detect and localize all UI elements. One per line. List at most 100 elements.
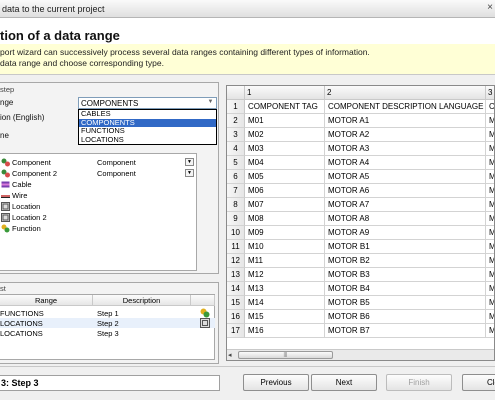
tree-item-component[interactable]: Component Component ▼ <box>0 157 197 168</box>
tree-item-cable[interactable]: Cable <box>0 179 197 190</box>
grid-cell[interactable]: MOTOR A2 <box>325 128 486 142</box>
scroll-left-icon[interactable]: ◂ <box>228 351 232 359</box>
grid-row-header[interactable]: 4 <box>227 142 245 156</box>
chevron-down-icon[interactable]: ▼ <box>206 99 215 107</box>
grid-cell[interactable]: MOTOR A1 <box>325 114 486 128</box>
grid-row-header[interactable]: 10 <box>227 226 245 240</box>
grid-cell[interactable]: M15 <box>245 310 325 324</box>
column-header-range[interactable]: Range <box>0 295 93 306</box>
table-row[interactable]: LOCATIONS Step 3 <box>0 328 215 338</box>
grid-cell[interactable]: M09 <box>245 226 325 240</box>
grid-cell[interactable]: M13 <box>245 282 325 296</box>
grid-column-header[interactable]: 3 <box>486 86 494 100</box>
grid-cell[interactable]: MOTOR A4 <box>325 156 486 170</box>
grid-cell[interactable]: MOTOR A8 <box>325 212 486 226</box>
grid-cell[interactable]: MOTOR A3 <box>325 142 486 156</box>
grid-cell[interactable]: MOTOR B3 <box>325 268 486 282</box>
close-button[interactable]: Clo <box>462 374 495 391</box>
grid-cell[interactable]: M08 <box>245 212 325 226</box>
grid-row-header[interactable]: 7 <box>227 184 245 198</box>
grid-cell[interactable]: M <box>486 142 494 156</box>
grid-cell[interactable]: M12 <box>245 268 325 282</box>
tree-item-wire[interactable]: Wire <box>0 190 197 201</box>
grid-cell[interactable]: M <box>486 198 494 212</box>
grid-corner[interactable] <box>227 86 245 100</box>
grid-cell[interactable]: CO <box>486 100 494 114</box>
chevron-down-icon[interactable]: ▼ <box>185 158 194 166</box>
grid-row-header[interactable]: 2 <box>227 114 245 128</box>
grid-cell[interactable]: COMPONENT DESCRIPTION LANGUAGE 1 <box>325 100 486 114</box>
column-header-description[interactable]: Description <box>93 295 191 306</box>
grid-cell[interactable]: M16 <box>245 324 325 338</box>
grid-cell[interactable]: MOTOR B2 <box>325 254 486 268</box>
grid-cell[interactable]: M <box>486 296 494 310</box>
grid-cell[interactable]: M03 <box>245 142 325 156</box>
next-button[interactable]: Next <box>311 374 377 391</box>
grid-cell[interactable]: M05 <box>245 170 325 184</box>
grid-cell[interactable]: M <box>486 156 494 170</box>
tree-item-function[interactable]: Function <box>0 223 197 234</box>
grid-cell[interactable]: M <box>486 184 494 198</box>
grid-cell[interactable]: MOTOR A7 <box>325 198 486 212</box>
grid-cell[interactable]: M06 <box>245 184 325 198</box>
grid-cell[interactable]: M <box>486 310 494 324</box>
grid-row-header[interactable]: 1 <box>227 100 245 114</box>
previous-button[interactable]: Previous <box>243 374 309 391</box>
grid-row-header[interactable]: 3 <box>227 128 245 142</box>
grid-cell[interactable]: M <box>486 282 494 296</box>
grid-cell[interactable]: M10 <box>245 240 325 254</box>
grid-row-header[interactable]: 8 <box>227 198 245 212</box>
tree-item-component-2[interactable]: Component 2 Component ▼ <box>0 168 197 179</box>
grid-cell[interactable]: M <box>486 324 494 338</box>
grid-cell[interactable]: M14 <box>245 296 325 310</box>
function-icon[interactable] <box>200 308 210 318</box>
grid-cell[interactable]: MOTOR B4 <box>325 282 486 296</box>
grid-cell[interactable]: MOTOR B7 <box>325 324 486 338</box>
grid-cell[interactable]: M <box>486 114 494 128</box>
grid-cell[interactable]: M <box>486 170 494 184</box>
grid-row-header[interactable]: 9 <box>227 212 245 226</box>
grid-cell[interactable]: MOTOR A9 <box>325 226 486 240</box>
data-preview-grid[interactable]: 1 2 3 1 COMPONENT TAG COMPONENT DESCRIPTIO… <box>226 85 495 361</box>
grid-cell[interactable]: M11 <box>245 254 325 268</box>
grid-cell[interactable]: M <box>486 212 494 226</box>
grid-cell[interactable]: MOTOR B6 <box>325 310 486 324</box>
grid-cell[interactable]: M <box>486 240 494 254</box>
close-window-icon[interactable]: × <box>487 2 493 13</box>
grid-row-header[interactable]: 17 <box>227 324 245 338</box>
chevron-down-icon[interactable]: ▼ <box>185 169 194 177</box>
grid-row-header[interactable]: 15 <box>227 296 245 310</box>
finish-button[interactable]: Finish <box>386 374 452 391</box>
tree-item-location[interactable]: Location <box>0 201 197 212</box>
grid-row-header[interactable]: 16 <box>227 310 245 324</box>
location-icon[interactable] <box>200 318 210 328</box>
table-row[interactable]: LOCATIONS Step 2 <box>0 318 215 328</box>
horizontal-scrollbar[interactable]: ◂ ||| <box>227 349 494 360</box>
grid-column-header[interactable]: 1 <box>245 86 325 100</box>
grid-row-header[interactable]: 6 <box>227 170 245 184</box>
grid-row-header[interactable]: 5 <box>227 156 245 170</box>
grid-cell[interactable]: M02 <box>245 128 325 142</box>
grid-cell[interactable]: M <box>486 226 494 240</box>
table-row[interactable]: FUNCTIONS Step 1 <box>0 308 215 318</box>
grid-cell[interactable]: MOTOR B1 <box>325 240 486 254</box>
grid-cell[interactable]: MOTOR A5 <box>325 170 486 184</box>
grid-cell[interactable]: M04 <box>245 156 325 170</box>
grid-row-header[interactable]: 13 <box>227 268 245 282</box>
grid-cell[interactable]: M <box>486 254 494 268</box>
grid-column-header[interactable]: 2 <box>325 86 486 100</box>
range-combobox[interactable]: COMPONENTS ▼ <box>78 97 217 109</box>
dropdown-option[interactable]: LOCATIONS <box>79 135 216 145</box>
grid-cell[interactable]: M01 <box>245 114 325 128</box>
grid-cell[interactable]: COMPONENT TAG <box>245 100 325 114</box>
scrollbar-thumb[interactable]: ||| <box>238 351 333 359</box>
grid-row-header[interactable]: 14 <box>227 282 245 296</box>
grid-cell[interactable]: M07 <box>245 198 325 212</box>
grid-cell[interactable]: MOTOR A6 <box>325 184 486 198</box>
grid-row-header[interactable]: 12 <box>227 254 245 268</box>
range-dropdown-list[interactable]: CABLES COMPONENTS FUNCTIONS LOCATIONS <box>78 109 217 145</box>
grid-row-header[interactable]: 11 <box>227 240 245 254</box>
grid-cell[interactable]: MOTOR B5 <box>325 296 486 310</box>
grid-cell[interactable]: M <box>486 128 494 142</box>
grid-cell[interactable]: M <box>486 268 494 282</box>
